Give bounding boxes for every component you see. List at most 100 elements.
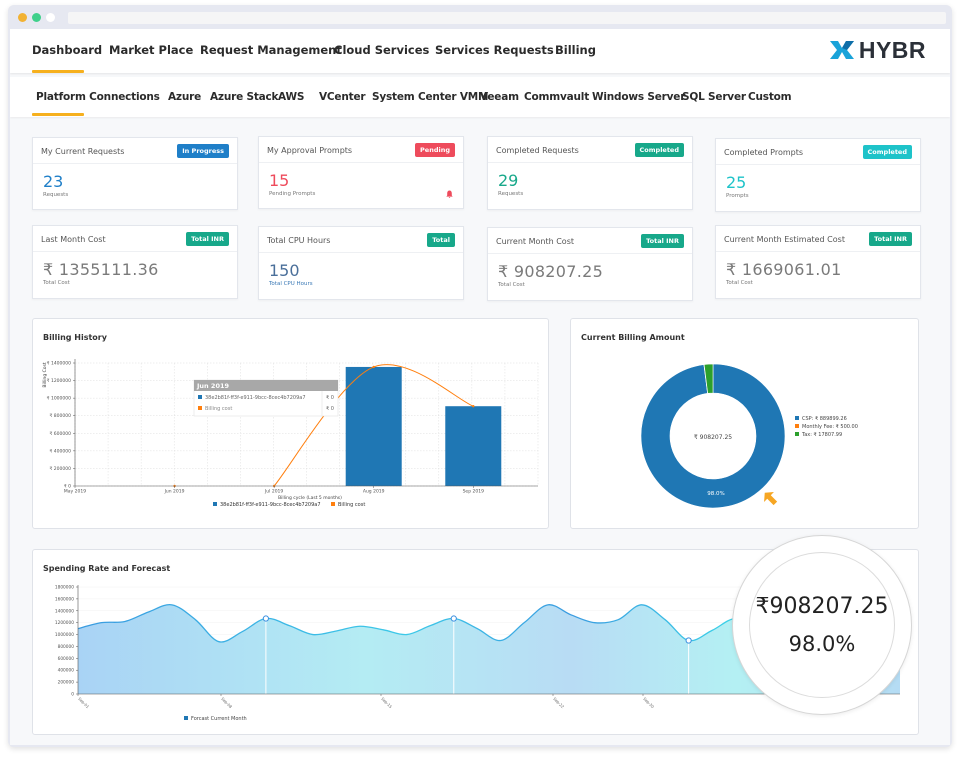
magnifier-amount: ₹908207.25: [755, 594, 889, 619]
card-approval-prompts[interactable]: My Approval Prompts Pending 15 Pending P…: [258, 136, 464, 209]
nav-cloud-services[interactable]: Cloud Services: [334, 43, 429, 57]
y-tick-label: 1400000: [55, 608, 74, 614]
current-billing-panel: Current Billing Amount ₹ 908207.25 98.0%…: [570, 318, 919, 529]
card-title: My Approval Prompts: [267, 146, 353, 155]
status-badge: Total: [427, 233, 455, 247]
platform-subnav: Platform Connections Azure Azure Stack A…: [10, 77, 950, 117]
current-billing-donut-chart: ₹ 908207.25 98.0% CSP: ₹ 889899.26 Monthl…: [640, 363, 858, 509]
y-tick-label: 1200000: [55, 620, 74, 626]
y-tick-label: ₹ 400000: [50, 448, 72, 454]
card-value: 29: [498, 171, 519, 190]
y-tick-label: ₹ 1000000: [47, 396, 71, 402]
nav-request-management[interactable]: Request Management: [200, 43, 342, 57]
x-tick-label: Jun 2019: [164, 489, 185, 495]
card-caption: Total Cost: [498, 282, 525, 288]
y-tick-label: 0: [71, 692, 74, 698]
browser-chrome: [8, 5, 952, 29]
card-value: ₹ 1669061.01: [726, 260, 842, 279]
y-tick-label: ₹ 1200000: [47, 378, 71, 384]
card-title: Completed Prompts: [724, 148, 804, 157]
tooltip-row-label: 38e2b81f-ff3f-e911-9bcc-8cec4b7209a7: [205, 395, 306, 401]
subnav-azure-stack[interactable]: Azure Stack: [210, 91, 279, 103]
maximize-dot[interactable]: [46, 13, 55, 22]
card-completed-prompts[interactable]: Completed Prompts Completed 25 Prompts: [715, 138, 921, 212]
subnav-vcenter[interactable]: VCenter: [319, 91, 366, 103]
card-estimated-cost[interactable]: Current Month Estimated Cost Total INR ₹…: [715, 225, 921, 299]
y-tick-label: ₹ 1400000: [47, 361, 71, 367]
subnav-aws[interactable]: AWS: [278, 91, 304, 103]
x-tick-label: Sep 2019: [463, 489, 485, 495]
legend-label[interactable]: Billing cost: [338, 502, 365, 508]
card-caption: Pending Prompts: [269, 191, 316, 197]
data-point-marker[interactable]: [262, 615, 269, 622]
x-tick-label: Sep-22: [552, 696, 565, 709]
address-bar[interactable]: [68, 12, 946, 24]
card-caption: Total Cost: [43, 280, 70, 286]
nav-billing[interactable]: Billing: [555, 43, 596, 57]
y-tick-label: ₹ 200000: [50, 466, 72, 472]
subnav-commvault[interactable]: Commvault: [524, 91, 589, 103]
subnav-veeam[interactable]: Veeam: [480, 91, 519, 103]
close-dot[interactable]: [18, 13, 27, 22]
y-tick-label: ₹ 800000: [50, 413, 72, 419]
y-tick-label: 1800000: [55, 585, 74, 591]
card-caption: Prompts: [726, 193, 749, 199]
subnav-sql-server[interactable]: SQL Server: [682, 91, 746, 103]
legend-label[interactable]: Tax: ₹ 17807.99: [801, 432, 842, 438]
legend-label[interactable]: Forcast Current Month: [191, 716, 247, 722]
nav-dashboard[interactable]: Dashboard: [32, 43, 102, 57]
subnav-windows-server[interactable]: Windows Server: [592, 91, 685, 103]
status-badge: In Progress: [177, 144, 229, 158]
data-point-marker[interactable]: [450, 615, 457, 622]
donut-slice-label: 98.0%: [707, 491, 724, 497]
subnav-custom[interactable]: Custom: [748, 91, 792, 103]
card-title: Current Month Cost: [496, 237, 574, 246]
subnav-system-center-vmm[interactable]: System Center VMM: [372, 91, 488, 103]
browser-window: Dashboard Market Place Request Managemen…: [8, 5, 952, 747]
line-point[interactable]: [472, 405, 475, 408]
card-value: 25: [726, 173, 747, 192]
legend-swatch: [795, 416, 799, 420]
card-completed-requests[interactable]: Completed Requests Completed 29 Requests: [487, 136, 693, 210]
x-tick-label: Sep-30: [642, 696, 655, 709]
x-tick-label: Sep-08: [220, 696, 233, 709]
bar[interactable]: [345, 366, 402, 486]
legend-label[interactable]: CSP: ₹ 889899.26: [802, 416, 847, 422]
y-tick-label: 400000: [58, 668, 75, 674]
card-current-requests[interactable]: My Current Requests In Progress 23 Reque…: [32, 137, 238, 210]
nav-market-place[interactable]: Market Place: [109, 43, 193, 57]
card-value: 23: [43, 172, 64, 191]
subnav-platform-connections[interactable]: Platform Connections: [36, 91, 160, 103]
card-total-cpu-hours[interactable]: Total CPU Hours Total 150 Total CPU Hour…: [258, 226, 464, 300]
minimize-dot[interactable]: [32, 13, 41, 22]
card-current-month-cost[interactable]: Current Month Cost Total INR ₹ 908207.25…: [487, 227, 693, 301]
card-value: ₹ 908207.25: [498, 262, 604, 281]
data-point-marker[interactable]: [685, 637, 692, 644]
subnav-azure[interactable]: Azure: [168, 91, 201, 103]
pointer-arrow-icon: [764, 492, 778, 506]
nav-services-requests[interactable]: Services Requests: [435, 43, 554, 57]
tooltip-row-label: Billing cost: [205, 406, 232, 412]
legend-swatch: [331, 502, 335, 506]
status-badge: Completed: [634, 143, 684, 157]
card-caption: Requests: [498, 191, 524, 197]
magnifier-inner-ring: [749, 552, 895, 698]
status-badge: Total INR: [641, 234, 684, 248]
y-axis-label: Billing Cost: [42, 362, 48, 387]
card-title: Total CPU Hours: [267, 236, 331, 245]
x-tick-label: Aug 2019: [363, 489, 385, 495]
card-title: Current Month Estimated Cost: [724, 235, 845, 244]
legend-label[interactable]: Monthly Fee: ₹ 500.00: [802, 424, 858, 430]
card-last-month-cost[interactable]: Last Month Cost Total INR ₹ 1355111.36 T…: [32, 225, 238, 299]
hybr-logo[interactable]: HYBR: [829, 37, 926, 63]
legend-label[interactable]: 38e2b81f-ff3f-e911-9bcc-8cec4b7209a7: [220, 502, 321, 508]
legend-swatch: [795, 424, 799, 428]
x-tick-label: Sep-15: [380, 696, 393, 709]
top-nav: Dashboard Market Place Request Managemen…: [10, 29, 950, 73]
bell-icon[interactable]: [446, 190, 453, 198]
nav-active-indicator: [32, 70, 84, 73]
card-title: My Current Requests: [41, 147, 125, 156]
bar[interactable]: [445, 406, 502, 486]
y-tick-label: 800000: [58, 644, 75, 650]
line-point[interactable]: [372, 365, 375, 369]
